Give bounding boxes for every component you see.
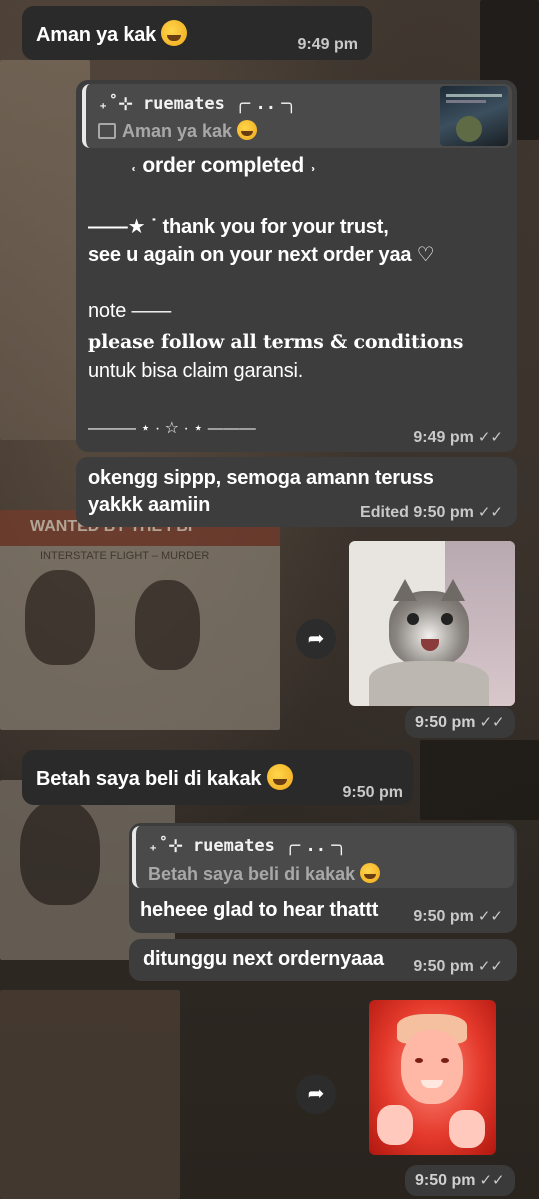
message-text: Aman ya kak bbox=[36, 24, 157, 46]
message-bubble-incoming[interactable]: Betah saya beli di kakak 9:50 pm bbox=[22, 750, 413, 805]
forward-arrow-icon[interactable]: ➦ bbox=[296, 1074, 336, 1114]
poster-subtitle: INTERSTATE FLIGHT – MURDER bbox=[40, 550, 210, 562]
quoted-reply[interactable]: ₊˚⊹ ruemates ╭╴..╶╮ Betah saya beli di k… bbox=[132, 826, 514, 888]
quote-text: Aman ya kak bbox=[122, 121, 233, 141]
rolling-laughing-emoji-icon bbox=[266, 764, 293, 790]
message-line: please follow all terms & conditions bbox=[88, 331, 464, 353]
photo-icon bbox=[98, 123, 116, 139]
message-time: 9:50 pm bbox=[342, 784, 403, 801]
message-time: 9:50 pm bbox=[413, 908, 474, 925]
message-line: see u again on your next order yaa ♡ bbox=[88, 244, 435, 266]
message-line: yakkk aamiin bbox=[88, 494, 211, 516]
divider-decoration: ——— ⋆ · ☆ · ⋆ ——— bbox=[88, 420, 256, 437]
double-check-icon: ✓✓ bbox=[477, 958, 503, 975]
message-line: untuk bisa claim garansi. bbox=[88, 360, 304, 382]
edited-label: Edited bbox=[360, 504, 409, 521]
message-time: 9:50 pm bbox=[415, 714, 476, 731]
message-line: okengg sippp, semoga amann teruss bbox=[88, 467, 434, 489]
message-bubble-outgoing[interactable]: okengg sippp, semoga amann teruss yakkk … bbox=[76, 457, 517, 527]
wallpaper-poster bbox=[420, 740, 539, 820]
message-text: Betah saya beli di kakak bbox=[36, 768, 262, 790]
message-time: 9:49 pm bbox=[297, 36, 358, 53]
quote-author: ₊˚⊹ ruemates ╭╴..╶╮ bbox=[148, 836, 347, 856]
message-time: 9:49 pm bbox=[413, 429, 474, 446]
quote-thumbnail bbox=[440, 86, 508, 146]
note-label: note —— bbox=[88, 300, 172, 322]
quote-text: Betah saya beli di kakak bbox=[148, 864, 356, 884]
message-time: 9:50 pm bbox=[413, 958, 474, 975]
media-time-pill: 9:50 pm ✓✓ bbox=[405, 707, 515, 738]
image-message-cat[interactable] bbox=[349, 541, 515, 706]
message-time: 9:50 pm bbox=[413, 504, 474, 521]
message-bubble-outgoing[interactable]: ₊˚⊹ ruemates ╭╴..╶╮ Betah saya beli di k… bbox=[129, 823, 517, 933]
message-bubble-incoming[interactable]: Aman ya kak 9:49 pm bbox=[22, 6, 372, 60]
message-line: ——★ ˙ thank you for your trust, bbox=[88, 216, 389, 238]
quote-author: ₊˚⊹ ruemates ╭╴..╶╮ bbox=[98, 94, 297, 114]
message-text: heheee glad to hear thattt bbox=[140, 899, 379, 921]
double-check-icon: ✓✓ bbox=[477, 908, 503, 925]
quoted-reply[interactable]: ₊˚⊹ ruemates ╭╴..╶╮ Aman ya kak bbox=[82, 84, 512, 148]
wallpaper-poster bbox=[0, 990, 180, 1199]
message-time: 9:50 pm bbox=[415, 1172, 476, 1189]
rolling-laughing-emoji-icon bbox=[161, 20, 188, 46]
message-bubble-outgoing[interactable]: ditunggu next ordernyaaa 9:50 pm ✓✓ bbox=[129, 939, 517, 981]
double-check-icon: ✓✓ bbox=[479, 1172, 505, 1189]
rolling-laughing-emoji-icon bbox=[237, 120, 258, 140]
order-heading: ˓ order completed ˒ bbox=[130, 154, 317, 177]
wallpaper-poster-wanted: WANTED BY THE FBI INTERSTATE FLIGHT – MU… bbox=[0, 510, 280, 730]
message-text: ditunggu next ordernyaaa bbox=[143, 948, 384, 970]
message-bubble-outgoing[interactable]: ₊˚⊹ ruemates ╭╴..╶╮ Aman ya kak ˓ order … bbox=[76, 80, 517, 452]
double-check-icon: ✓✓ bbox=[477, 504, 503, 521]
double-check-icon: ✓✓ bbox=[479, 714, 505, 731]
double-check-icon: ✓✓ bbox=[477, 429, 503, 446]
image-message-photo[interactable] bbox=[369, 1000, 496, 1155]
forward-arrow-icon[interactable]: ➦ bbox=[296, 619, 336, 659]
media-time-pill: 9:50 pm ✓✓ bbox=[405, 1165, 515, 1196]
rolling-laughing-emoji-icon bbox=[360, 863, 381, 883]
